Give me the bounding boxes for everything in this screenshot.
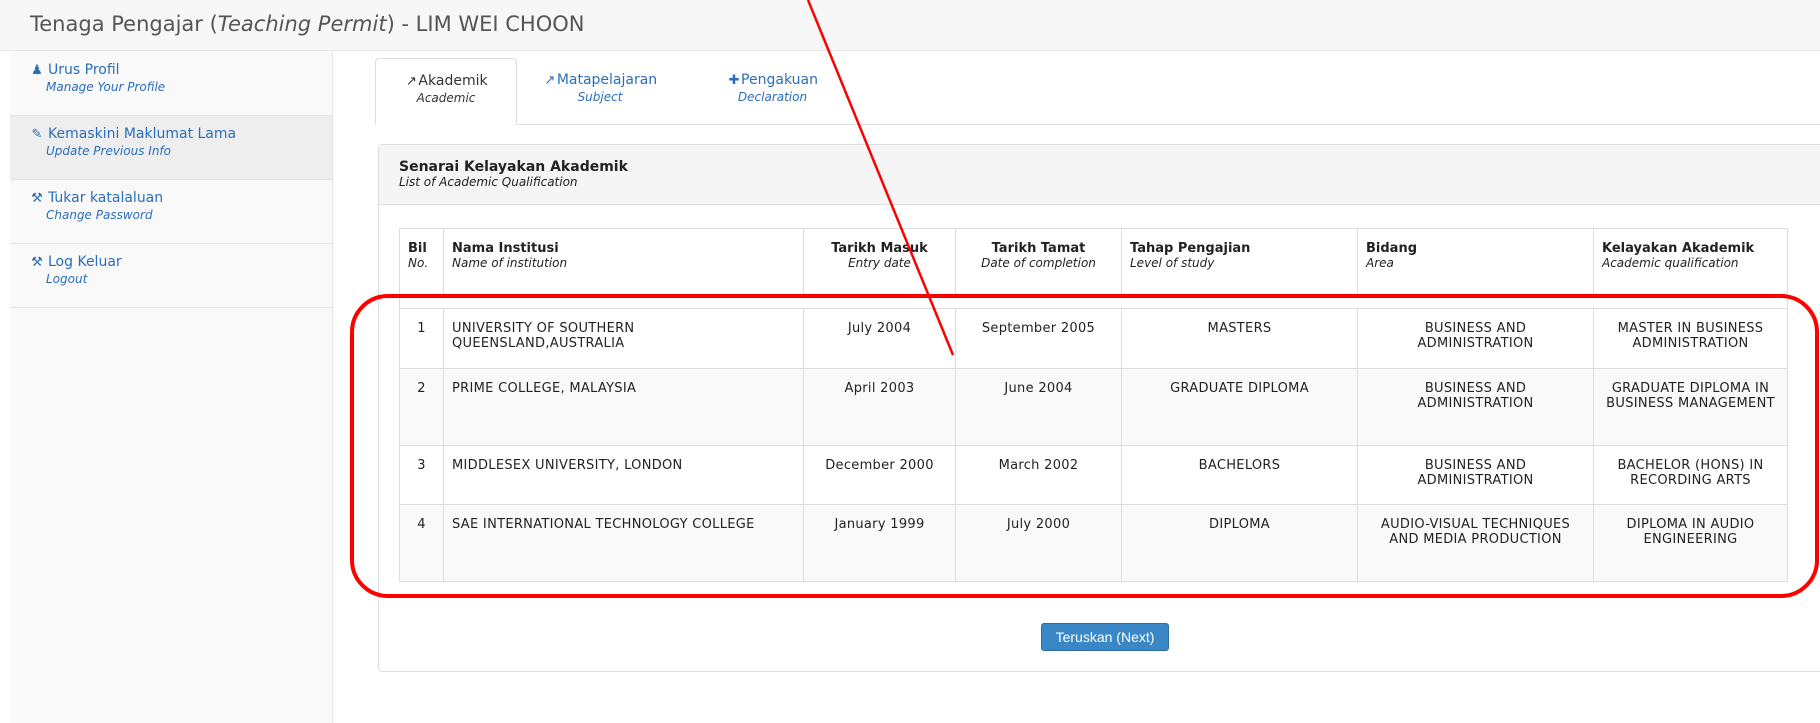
cell-area: BUSINESS AND ADMINISTRATION (1357, 308, 1594, 369)
table-row: 1 UNIVERSITY OF SOUTHERN QUEENSLAND,AUST… (399, 308, 1788, 369)
cell-completion-date: March 2002 (955, 445, 1122, 505)
sidebar-item-label: Log Keluar (48, 254, 122, 270)
cell-entry-date: July 2004 (803, 308, 956, 369)
tab-sublabel: Academic (416, 91, 476, 105)
tab-academic[interactable]: ↗ Akademik Academic (375, 58, 517, 125)
cell-qualification: GRADUATE DIPLOMA IN BUSINESS MANAGEMENT (1593, 368, 1788, 446)
cell-completion-date: July 2000 (955, 504, 1122, 582)
qualification-panel: Senarai Kelayakan Akademik List of Acade… (378, 144, 1820, 672)
sidebar-item-update-info[interactable]: ✎ Kemaskini Maklumat Lama Update Previous… (10, 116, 332, 180)
tab-label: Pengakuan (741, 72, 818, 88)
cell-entry-date: April 2003 (803, 368, 956, 446)
tab-label: Akademik (418, 73, 488, 89)
sidebar-item-sublabel: Change Password (46, 208, 153, 222)
table-header-row: Bil No. Nama Institusi Name of institution… (399, 228, 1788, 295)
sidebar-item-label: Tukar katalaluan (48, 190, 164, 206)
table-spacer (399, 294, 1788, 309)
sidebar-item-sublabel: Update Previous Info (46, 144, 171, 158)
qualification-table: Bil No. Nama Institusi Name of institution… (399, 228, 1788, 582)
cell-level: DIPLOMA (1121, 504, 1358, 582)
table-row: 3 MIDDLESEX UNIVERSITY, LONDON December … (399, 445, 1788, 505)
external-link-icon: ↗ (544, 73, 556, 88)
cell-level: BACHELORS (1121, 445, 1358, 505)
cell-institution: PRIME COLLEGE, MALAYSIA (443, 368, 804, 446)
tab-label: Matapelajaran (556, 72, 658, 88)
header-qualification: Kelayakan Akademik Academic qualification (1593, 228, 1788, 295)
cell-qualification: BACHELOR (HONS) IN RECORDING ARTS (1593, 445, 1788, 505)
tab-declaration[interactable]: ✚ Pengakuan Declaration (700, 58, 845, 124)
header-entry-date: Tarikh Masuk Entry date (803, 228, 956, 295)
cell-entry-date: December 2000 (803, 445, 956, 505)
cell-area: BUSINESS AND ADMINISTRATION (1357, 445, 1594, 505)
cell-no: 1 (399, 308, 444, 369)
next-button[interactable]: Teruskan (Next) (1041, 623, 1169, 651)
cell-qualification: MASTER IN BUSINESS ADMINISTRATION (1593, 308, 1788, 369)
header-no: Bil No. (399, 228, 444, 295)
table-row: 2 PRIME COLLEGE, MALAYSIA April 2003 Jun… (399, 368, 1788, 446)
sidebar: ♟ Urus Profil Manage Your Profile ✎ Kemask… (10, 52, 333, 723)
cell-no: 2 (399, 368, 444, 446)
tab-bar: ↗ Akademik Academic ↗ Matapelajaran Subjec… (375, 58, 1820, 125)
sidebar-item-change-password[interactable]: ⚒ Tukar katalaluan Change Password (10, 180, 332, 244)
header-institution: Nama Institusi Name of institution (443, 228, 804, 295)
edit-icon: ✎ (31, 126, 43, 142)
sidebar-item-label: Kemaskini Maklumat Lama (48, 126, 237, 142)
cell-entry-date: January 1999 (803, 504, 956, 582)
cell-institution: SAE INTERNATIONAL TECHNOLOGY COLLEGE (443, 504, 804, 582)
cell-no: 3 (399, 445, 444, 505)
wrench-icon: ⚒ (31, 190, 43, 206)
table-row: 4 SAE INTERNATIONAL TECHNOLOGY COLLEGE J… (399, 504, 1788, 582)
cell-institution: UNIVERSITY OF SOUTHERN QUEENSLAND,AUSTRA… (443, 308, 804, 369)
header-level: Tahap Pengajian Level of study (1121, 228, 1358, 295)
title-italic: Teaching Permit (217, 12, 387, 36)
cell-qualification: DIPLOMA IN AUDIO ENGINEERING (1593, 504, 1788, 582)
cell-completion-date: June 2004 (955, 368, 1122, 446)
cell-area: AUDIO-VISUAL TECHNIQUES AND MEDIA PRODUC… (1357, 504, 1594, 582)
external-link-icon: ↗ (405, 74, 417, 89)
cell-completion-date: September 2005 (955, 308, 1122, 369)
sidebar-item-logout[interactable]: ⚒ Log Keluar Logout (10, 244, 332, 308)
plus-icon: ✚ (728, 73, 740, 88)
sidebar-item-label: Urus Profil (48, 62, 120, 78)
sidebar-item-manage-profile[interactable]: ♟ Urus Profil Manage Your Profile (10, 52, 332, 116)
cell-institution: MIDDLESEX UNIVERSITY, LONDON (443, 445, 804, 505)
cell-no: 4 (399, 504, 444, 582)
tab-sublabel: Declaration (737, 90, 808, 104)
cell-area: BUSINESS AND ADMINISTRATION (1357, 368, 1594, 446)
cell-level: GRADUATE DIPLOMA (1121, 368, 1358, 446)
cell-level: MASTERS (1121, 308, 1358, 369)
panel-heading: Senarai Kelayakan Akademik List of Acade… (379, 145, 1820, 205)
panel-title: Senarai Kelayakan Akademik (399, 159, 628, 175)
panel-subtitle: List of Academic Qualification (399, 175, 578, 189)
header-completion-date: Tarikh Tamat Date of completion (955, 228, 1122, 295)
page-title: Tenaga Pengajar (Teaching Permit) - LIM … (30, 12, 585, 36)
title-suffix: ) - LIM WEI CHOON (386, 12, 585, 36)
wrench-icon: ⚒ (31, 254, 43, 270)
header-area: Bidang Area (1357, 228, 1594, 295)
header-bar: Tenaga Pengajar (Teaching Permit) - LIM … (0, 0, 1820, 51)
user-icon: ♟ (31, 62, 43, 78)
sidebar-item-sublabel: Manage Your Profile (46, 80, 166, 94)
tab-sublabel: Subject (577, 90, 623, 104)
title-prefix: Tenaga Pengajar ( (30, 12, 218, 36)
sidebar-item-sublabel: Logout (46, 272, 88, 286)
tab-subject[interactable]: ↗ Matapelajaran Subject (520, 58, 680, 124)
